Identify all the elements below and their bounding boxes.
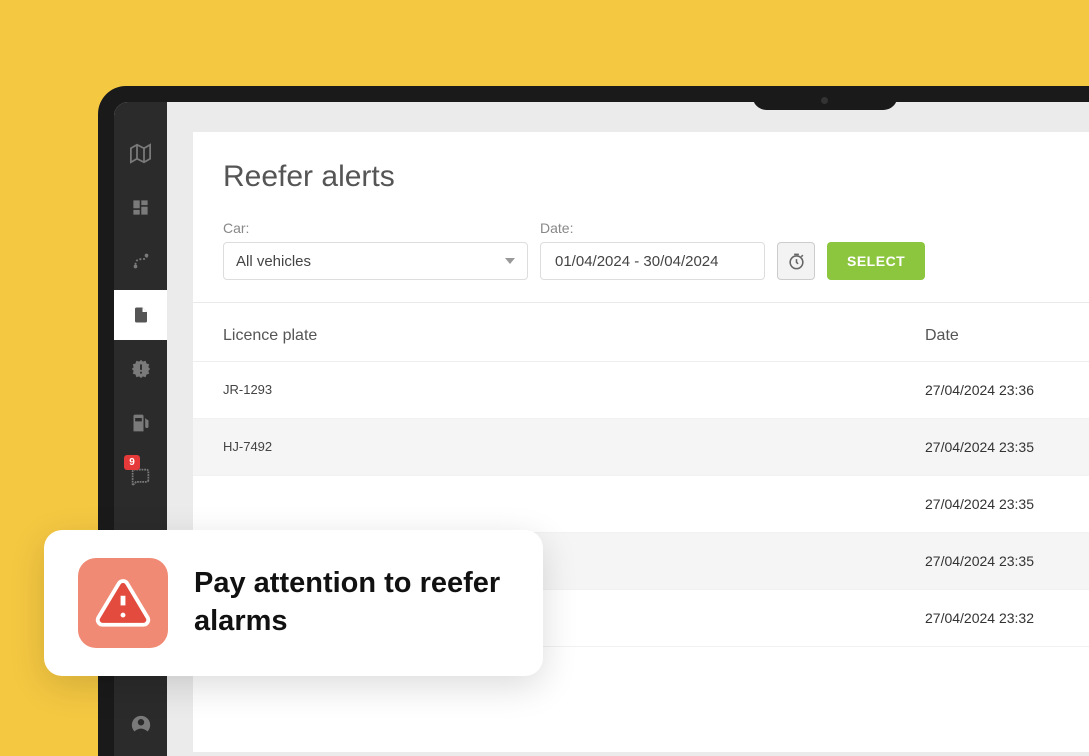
sidebar-item-alert[interactable] bbox=[114, 344, 167, 394]
cell-date: 27/04/2024 23:35 bbox=[925, 439, 1085, 455]
sidebar-item-profile[interactable] bbox=[114, 700, 167, 750]
header-date: Date bbox=[925, 327, 1085, 345]
car-dropdown[interactable]: All vehicles bbox=[223, 242, 528, 280]
notification-badge: 9 bbox=[124, 455, 140, 470]
filter-bar: Car: All vehicles Date: 01/04/2024 - 30/… bbox=[193, 208, 1089, 303]
select-button[interactable]: SELECT bbox=[827, 242, 925, 280]
cell-plate bbox=[223, 496, 925, 512]
time-picker-button[interactable] bbox=[777, 242, 815, 280]
alert-badge-icon bbox=[130, 358, 152, 380]
page-title: Reefer alerts bbox=[193, 132, 1089, 208]
document-icon bbox=[132, 304, 150, 326]
header-licence-plate: Licence plate bbox=[223, 327, 925, 345]
sidebar-item-messages[interactable]: 9 bbox=[114, 452, 167, 502]
dashboard-icon bbox=[131, 198, 150, 217]
cell-date: 27/04/2024 23:36 bbox=[925, 382, 1085, 398]
car-filter-label: Car: bbox=[223, 220, 528, 236]
cell-date: 27/04/2024 23:35 bbox=[925, 553, 1085, 569]
date-filter-label: Date: bbox=[540, 220, 765, 236]
cell-plate: HJ-7492 bbox=[223, 439, 925, 455]
device-notch bbox=[752, 86, 897, 110]
sidebar-item-dashboard[interactable] bbox=[114, 182, 167, 232]
map-icon bbox=[130, 143, 151, 164]
sidebar-item-route[interactable] bbox=[114, 236, 167, 286]
chevron-down-icon bbox=[505, 258, 515, 264]
callout-card: Pay attention to reefer alarms bbox=[44, 530, 543, 676]
date-range-value: 01/04/2024 - 30/04/2024 bbox=[555, 253, 718, 270]
table-row[interactable]: JR-1293 27/04/2024 23:36 bbox=[193, 362, 1089, 419]
table-row[interactable]: 27/04/2024 23:35 bbox=[193, 476, 1089, 533]
sidebar-item-document[interactable] bbox=[114, 290, 167, 340]
user-icon bbox=[130, 714, 152, 736]
callout-icon-box bbox=[78, 558, 168, 648]
fuel-icon bbox=[131, 413, 151, 433]
warning-triangle-icon bbox=[94, 574, 152, 632]
sidebar-item-fuel[interactable] bbox=[114, 398, 167, 448]
date-range-input[interactable]: 01/04/2024 - 30/04/2024 bbox=[540, 242, 765, 280]
cell-date: 27/04/2024 23:35 bbox=[925, 496, 1085, 512]
cell-plate: JR-1293 bbox=[223, 382, 925, 398]
callout-text: Pay attention to reefer alarms bbox=[194, 565, 509, 640]
route-icon bbox=[130, 250, 152, 272]
table-row[interactable]: HJ-7492 27/04/2024 23:35 bbox=[193, 419, 1089, 476]
clock-icon bbox=[787, 252, 806, 271]
cell-date: 27/04/2024 23:32 bbox=[925, 610, 1085, 626]
car-dropdown-value: All vehicles bbox=[236, 253, 311, 270]
sidebar-item-map[interactable] bbox=[114, 128, 167, 178]
table-header: Licence plate Date bbox=[193, 303, 1089, 362]
